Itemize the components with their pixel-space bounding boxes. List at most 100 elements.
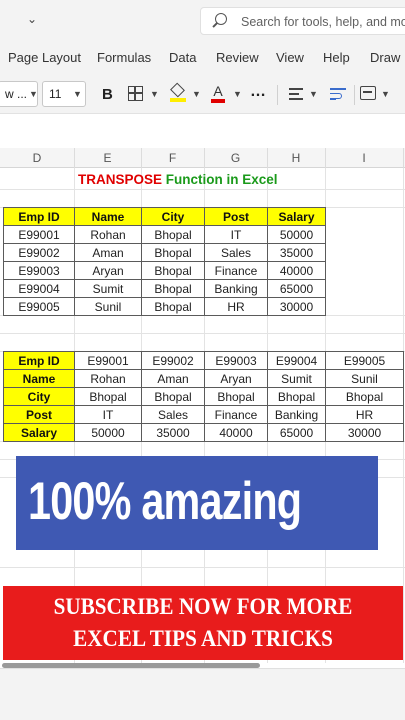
header-cell[interactable]: Post [204,207,268,226]
column-header-f[interactable]: F [141,151,204,165]
table-cell[interactable]: Sunil [325,369,404,388]
table-cell[interactable]: IT [74,405,142,424]
table-cell[interactable]: Aman [74,243,142,262]
tab-draw[interactable]: Draw [370,50,400,65]
header-cell[interactable]: Name [74,207,142,226]
table-cell[interactable]: 50000 [74,423,142,442]
table-cell[interactable]: Finance [204,261,268,280]
chevron-down-icon[interactable]: ▼ [192,89,201,99]
header-cell[interactable]: Emp ID [3,207,75,226]
table-row: Emp ID E99001 E99002 E99003 E99004 E9900… [3,351,404,370]
table-cell[interactable]: Sales [204,243,268,262]
table-cell[interactable]: 40000 [204,423,268,442]
table-cell[interactable]: 30000 [267,297,326,316]
table-cell[interactable]: HR [325,405,404,424]
chevron-down-icon[interactable]: ⌄ [27,12,37,26]
table-row: Post IT Sales Finance Banking HR [3,405,404,424]
table-cell[interactable]: Finance [204,405,268,424]
table-cell[interactable]: Bhopal [141,387,205,406]
tab-formulas[interactable]: Formulas [97,50,151,65]
wrap-text-icon[interactable] [330,88,346,100]
table-cell[interactable]: Aryan [74,261,142,280]
row-header-cell[interactable]: Salary [3,423,75,442]
table-cell[interactable]: Sumit [74,279,142,298]
table-cell[interactable]: Bhopal [267,387,326,406]
align-icon[interactable] [289,88,303,100]
more-options-button[interactable]: … [250,83,266,101]
table-cell[interactable]: 50000 [267,225,326,244]
subscribe-line-2: EXCEL TIPS AND TRICKS [73,626,333,651]
table-cell[interactable]: 35000 [141,423,205,442]
column-header-d[interactable]: D [0,151,74,165]
table-cell[interactable]: E99004 [3,279,75,298]
table-cell[interactable]: E99003 [3,261,75,280]
table-cell[interactable]: 65000 [267,423,326,442]
column-header-i[interactable]: I [325,151,403,165]
table-cell[interactable]: E99001 [3,225,75,244]
table-cell[interactable]: E99002 [141,351,205,370]
table-cell[interactable]: Bhopal [74,387,142,406]
table-cell[interactable]: 40000 [267,261,326,280]
table-cell[interactable]: E99005 [325,351,404,370]
chevron-down-icon[interactable]: ▼ [381,89,390,99]
promo-banner: 100% amazing [16,456,378,550]
search-box[interactable]: Search for tools, help, and mo [200,7,405,35]
header-cell[interactable]: City [141,207,205,226]
table-cell[interactable]: Bhopal [141,279,205,298]
tab-help[interactable]: Help [323,50,350,65]
table-cell[interactable]: 30000 [325,423,404,442]
table-cell[interactable]: Banking [267,405,326,424]
header-cell[interactable]: Salary [267,207,326,226]
table-row: Salary 50000 35000 40000 65000 30000 [3,423,404,442]
row-header-cell[interactable]: City [3,387,75,406]
row-header-cell[interactable]: Name [3,369,75,388]
tab-view[interactable]: View [276,50,304,65]
ribbon-tabs: Page Layout Formulas Data Review View He… [0,42,405,76]
table-cell[interactable]: Sumit [267,369,326,388]
table-cell[interactable]: Aman [141,369,205,388]
table-cell[interactable]: Bhopal [325,387,404,406]
chevron-down-icon[interactable]: ▼ [309,89,318,99]
table-cell[interactable]: Sales [141,405,205,424]
table-cell[interactable]: Rohan [74,369,142,388]
table-cell[interactable]: Banking [204,279,268,298]
table-cell[interactable]: Aryan [204,369,268,388]
tab-page-layout[interactable]: Page Layout [8,50,81,65]
fill-color-icon[interactable] [170,82,186,102]
row-header-cell[interactable]: Emp ID [3,351,75,370]
table-cell[interactable]: Bhopal [141,243,205,262]
table-cell[interactable]: HR [204,297,268,316]
table-cell[interactable]: E99001 [74,351,142,370]
table-cell[interactable]: 35000 [267,243,326,262]
chevron-down-icon[interactable]: ▼ [150,89,159,99]
font-name-select[interactable]: w ... ▼ [0,81,38,107]
table-cell[interactable]: 65000 [267,279,326,298]
table-cell[interactable]: Bhopal [204,387,268,406]
transposed-data-table: Emp ID E99001 E99002 E99003 E99004 E9900… [3,351,404,442]
table-cell[interactable]: Bhopal [141,297,205,316]
table-cell[interactable]: Bhopal [141,261,205,280]
table-cell[interactable]: IT [204,225,268,244]
chevron-down-icon[interactable]: ▼ [233,89,242,99]
table-cell[interactable]: E99005 [3,297,75,316]
row-header-cell[interactable]: Post [3,405,75,424]
subscribe-line-1: SUBSCRIBE NOW FOR MORE [53,594,353,619]
table-cell[interactable]: Sunil [74,297,142,316]
borders-icon[interactable] [128,86,143,101]
merge-cells-icon[interactable] [360,86,376,100]
table-header-row: Emp ID Name City Post Salary [3,207,326,226]
table-cell[interactable]: Rohan [74,225,142,244]
column-header-h[interactable]: H [267,151,325,165]
font-color-icon[interactable]: A [211,83,225,103]
tab-review[interactable]: Review [216,50,259,65]
column-header-e[interactable]: E [74,151,141,165]
chevron-down-icon: ▼ [29,89,38,99]
font-size-select[interactable]: 11 ▼ [42,81,86,107]
tab-data[interactable]: Data [169,50,196,65]
table-cell[interactable]: E99003 [204,351,268,370]
column-header-g[interactable]: G [204,151,267,165]
bold-button[interactable]: B [102,86,113,103]
table-cell[interactable]: Bhopal [141,225,205,244]
table-cell[interactable]: E99002 [3,243,75,262]
table-cell[interactable]: E99004 [267,351,326,370]
